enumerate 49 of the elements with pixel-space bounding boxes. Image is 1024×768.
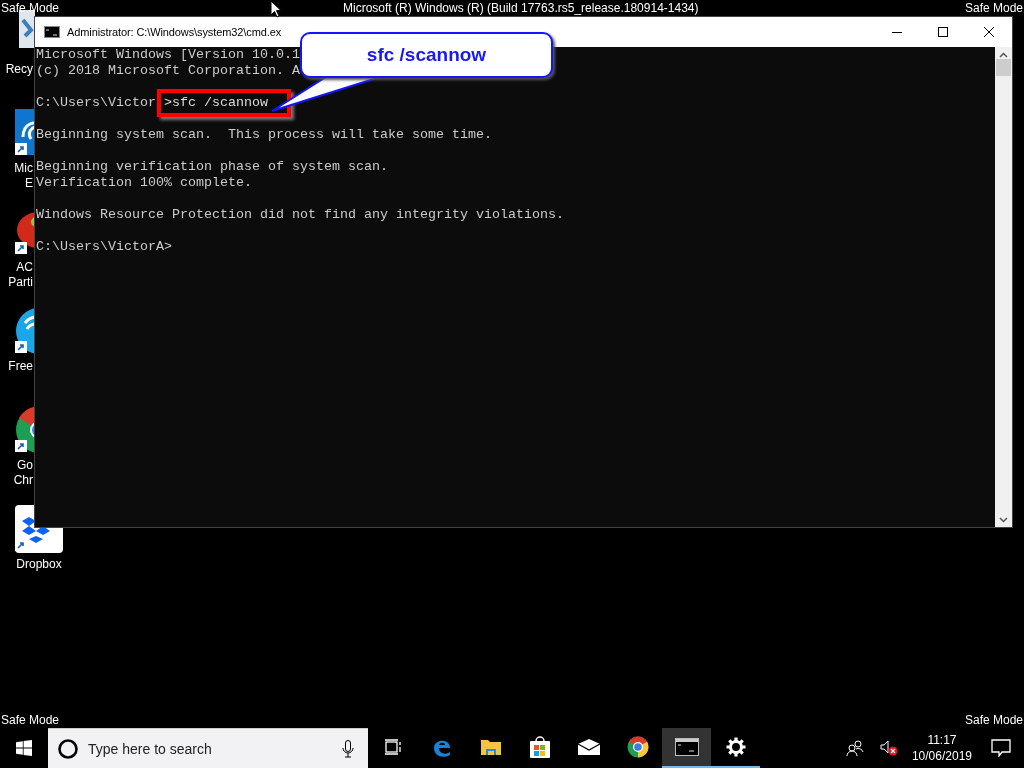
- build-info: Microsoft (R) Windows (R) (Build 17763.rs5_release.180914-1434): [343, 1, 699, 15]
- safe-mode-label: Safe Mode: [964, 1, 1023, 15]
- mail-icon: [576, 738, 601, 756]
- safe-mode-label: Safe Mode: [964, 713, 1023, 727]
- search-field[interactable]: Type here to search: [88, 740, 342, 757]
- terminal-icon: [44, 26, 60, 38]
- scroll-up-icon[interactable]: [999, 52, 1008, 58]
- desktop-icon-label: Mic: [14, 161, 33, 176]
- people-icon: [845, 740, 864, 756]
- speaker-icon: [879, 740, 898, 756]
- store-bag-icon: [528, 735, 551, 759]
- desktop-icon-label: AC: [16, 260, 33, 275]
- task-view-icon: [384, 739, 401, 755]
- desktop-icon-label: Go: [17, 458, 33, 473]
- console-line: Windows Resource Protection did not find any integrity violations.: [36, 207, 564, 223]
- desktop-icon-label: Free: [8, 359, 33, 374]
- windows-logo-icon: [16, 740, 32, 756]
- console-line: Beginning system scan. This process will take some time.: [36, 127, 492, 143]
- desktop-icon-label: Parti: [8, 275, 33, 290]
- console-prompt: C:\Users\Victor: [36, 95, 156, 111]
- console-line: C:\Users\VictorA>: [36, 239, 172, 255]
- search-box[interactable]: Type here to search: [48, 728, 368, 768]
- desktop-icon-label: Dropbox: [16, 557, 62, 572]
- microphone-icon[interactable]: [342, 739, 354, 758]
- console-line: Verification 100% complete.: [36, 175, 252, 191]
- scroll-down-icon[interactable]: [999, 517, 1008, 523]
- console-line: (c) 2018 Microsoft Corporation. A: [36, 63, 300, 79]
- close-icon: [984, 27, 994, 37]
- speech-bubble-icon: [991, 739, 1011, 757]
- cortana-circle-icon: [57, 737, 79, 760]
- scrollbar[interactable]: [995, 47, 1012, 527]
- taskbar-app-button[interactable]: [662, 728, 711, 768]
- clock[interactable]: 11:17 10/06/2019: [905, 728, 978, 768]
- desktop-icon-label: Chr: [13, 473, 33, 488]
- safe-mode-label: Safe Mode: [1, 1, 60, 15]
- console-line: Beginning verification phase of system scan.: [36, 159, 388, 175]
- scrollbar-thumb[interactable]: [996, 59, 1011, 76]
- chrome-icon: [626, 736, 649, 758]
- safe-mode-label: Safe Mode: [1, 713, 60, 727]
- edge-shortcut-icon[interactable]: [15, 109, 35, 157]
- console-line: Microsoft Windows [Version 10.0.1: [36, 47, 300, 63]
- desktop-icon-label: Recy: [5, 62, 33, 77]
- settings-icon: [725, 737, 746, 757]
- desktop-icon-label: E: [25, 176, 33, 191]
- highlighted-command: >sfc /scannow: [157, 89, 291, 117]
- terminal-icon: [674, 738, 699, 756]
- window-title: Administrator: C:\Windows\system32\cmd.ex: [67, 26, 282, 38]
- folder-icon: [479, 737, 502, 757]
- maximize-icon: [938, 27, 948, 37]
